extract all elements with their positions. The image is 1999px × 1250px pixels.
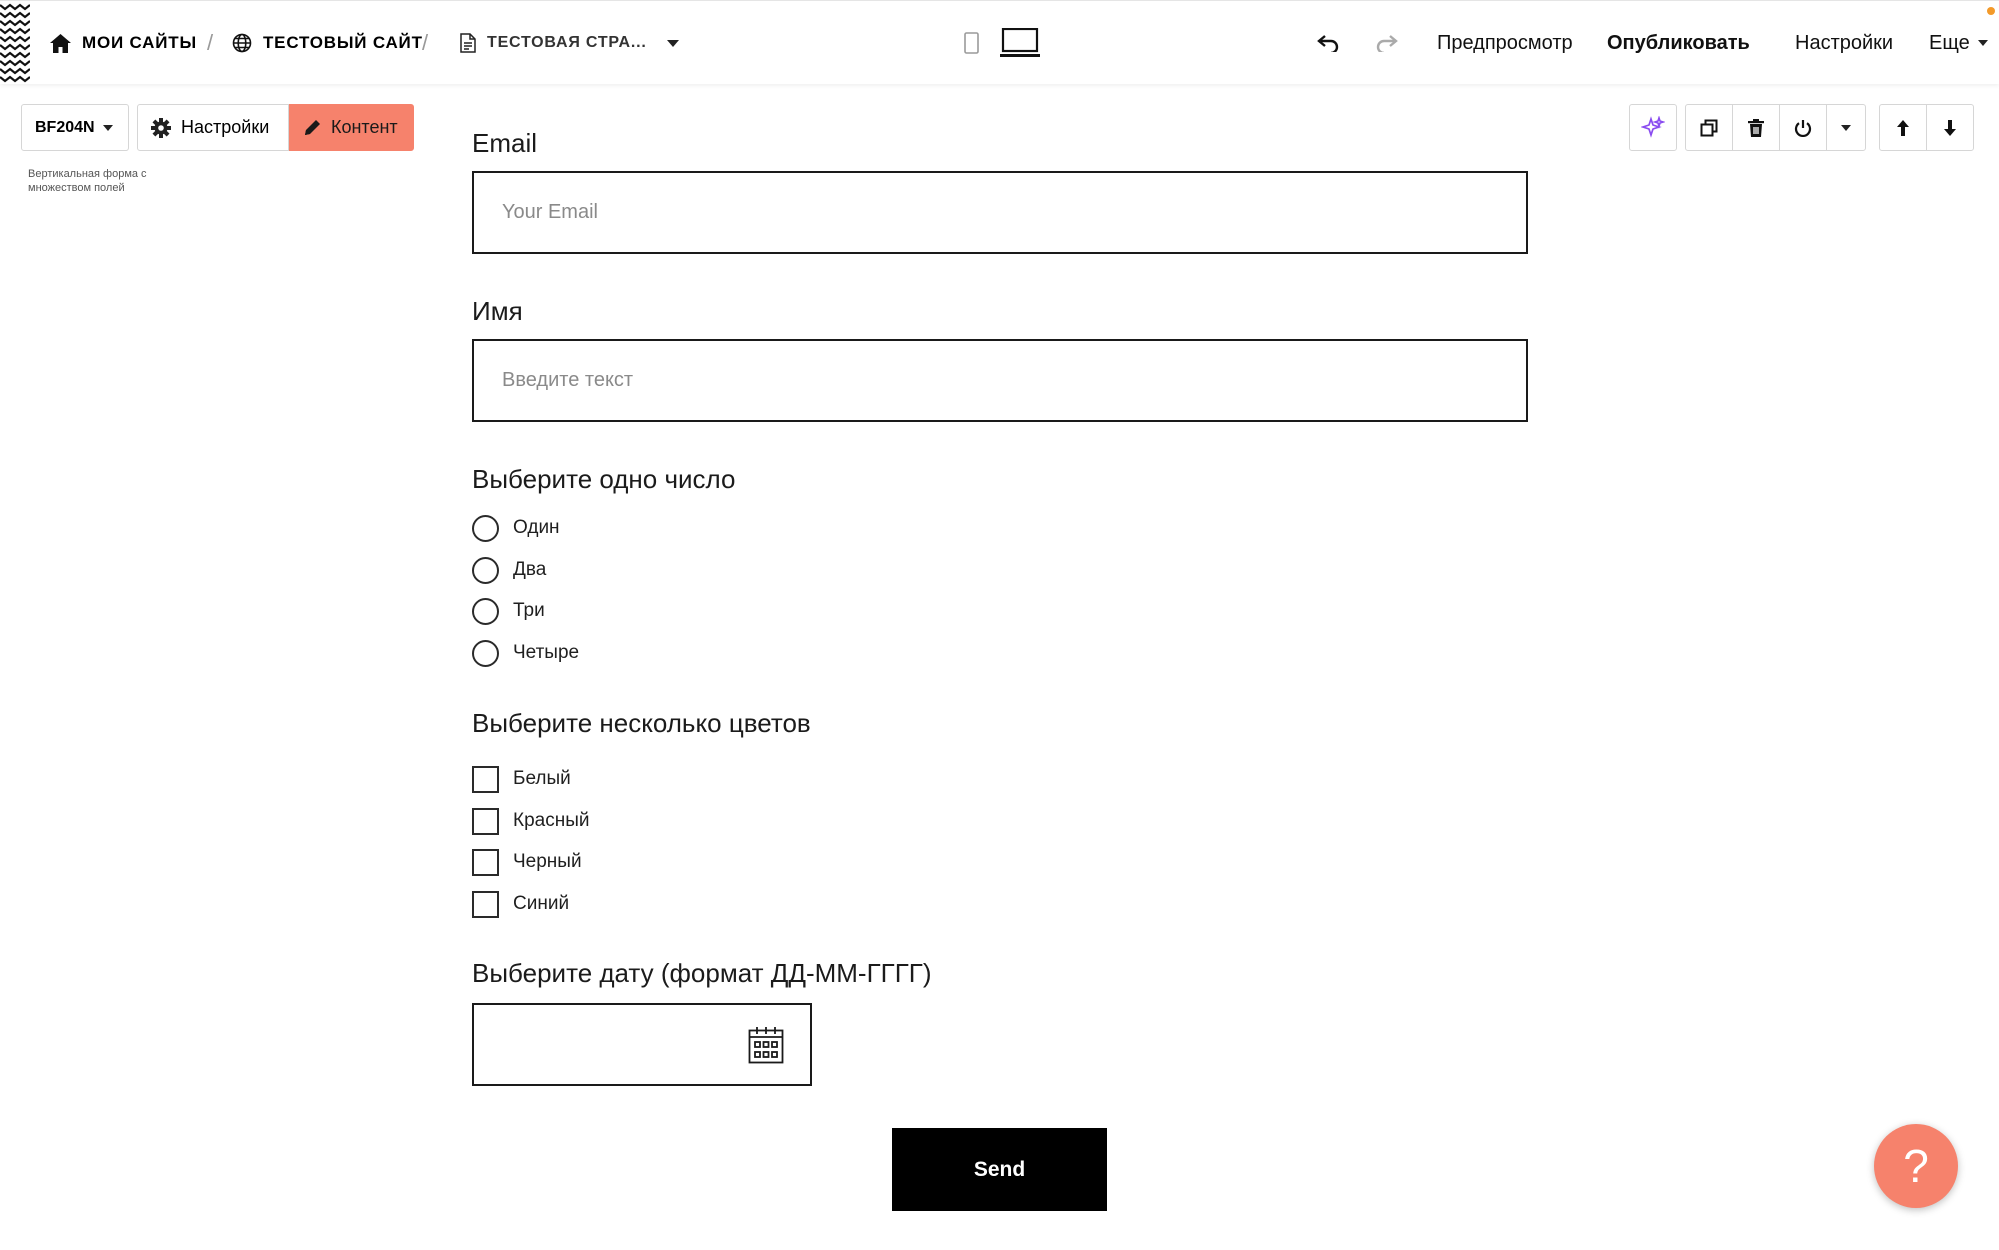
power-icon (1794, 119, 1812, 137)
preview-link[interactable]: Предпросмотр (1437, 1, 1573, 85)
more-label: Еще (1929, 31, 1970, 54)
ai-tools (1629, 104, 1677, 151)
radio-option[interactable]: Два (472, 555, 546, 585)
delete-button[interactable] (1732, 104, 1780, 151)
mobile-view-icon[interactable] (964, 1, 979, 85)
radio-option[interactable]: Четыре (472, 638, 579, 668)
email-field[interactable] (472, 171, 1528, 254)
radio-button[interactable] (472, 639, 499, 667)
block-actions (1685, 104, 1866, 151)
sparkle-icon (1641, 115, 1665, 138)
block-description: Вертикальная форма с множеством полей (28, 168, 147, 194)
block-content-button[interactable]: Контент (289, 104, 414, 151)
checkbox-option-label: Черный (513, 851, 582, 872)
gear-icon (151, 117, 171, 138)
move-down-button[interactable] (1926, 104, 1974, 151)
home-icon (50, 33, 71, 53)
top-bar: МОИ САЙТЫ / ТЕСТОВЫЙ САЙТ / ТЕСТОВАЯ СТР… (0, 0, 1999, 84)
caret-down-icon (1841, 124, 1851, 131)
checkbox[interactable] (472, 890, 499, 918)
checkbox-option-label: Белый (513, 768, 571, 789)
breadcrumb-label: МОИ САЙТЫ (82, 33, 197, 52)
checkbox-group-label: Выберите несколько цветов (472, 708, 811, 738)
radio-option[interactable]: Три (472, 596, 545, 626)
sparkle-button[interactable] (1629, 104, 1677, 151)
breadcrumb-separator: / (422, 30, 429, 55)
block-code: BF204N (35, 118, 95, 136)
move-actions (1879, 104, 1974, 151)
redo-icon[interactable] (1375, 1, 1399, 85)
radio-button[interactable] (472, 556, 499, 584)
logo-icon[interactable] (0, 1, 31, 85)
send-button[interactable]: Send (892, 1128, 1107, 1211)
checkbox[interactable] (472, 848, 499, 876)
duplicate-button[interactable] (1685, 104, 1733, 151)
arrow-up-icon (1897, 119, 1909, 136)
publish-button[interactable]: Опубликовать (1607, 1, 1750, 85)
undo-icon[interactable] (1316, 1, 1340, 85)
chevron-down-icon (102, 124, 113, 131)
radio-option-label: Три (513, 600, 545, 621)
breadcrumb-separator: / (207, 30, 214, 55)
arrow-down-icon (1944, 119, 1956, 136)
radio-option[interactable]: Один (472, 513, 560, 543)
radio-option-label: Два (513, 559, 547, 580)
checkbox-option[interactable]: Белый (472, 764, 571, 794)
block-toolbar: BF204N Настройки Контент (21, 104, 414, 151)
radio-group-label: Выберите одно число (472, 464, 736, 494)
page-icon (460, 33, 476, 53)
name-label: Имя (472, 296, 523, 326)
desktop-view-icon[interactable] (1000, 1, 1040, 85)
checkbox[interactable] (472, 807, 499, 835)
globe-icon (232, 33, 252, 53)
block-content-label: Контент (331, 117, 398, 137)
block-settings-label: Настройки (181, 117, 270, 137)
pencil-icon (305, 119, 320, 135)
email-label: Email (472, 128, 538, 158)
toggle-visibility-button[interactable] (1779, 104, 1827, 151)
checkbox-option-label: Синий (513, 893, 570, 914)
date-input[interactable] (472, 1003, 812, 1086)
radio-option-label: Один (513, 517, 560, 538)
calendar-icon[interactable] (748, 1026, 784, 1064)
duplicate-icon (1700, 119, 1718, 136)
checkbox-option[interactable]: Красный (472, 806, 589, 836)
more-caret-icon (1977, 40, 1988, 46)
page-dropdown-caret-icon[interactable] (666, 39, 679, 47)
trash-icon (1748, 118, 1764, 137)
breadcrumb-my-sites[interactable]: МОИ САЙТЫ (50, 1, 197, 85)
move-up-button[interactable] (1879, 104, 1927, 151)
settings-link[interactable]: Настройки (1795, 1, 1893, 85)
block-code-dropdown[interactable]: BF204N (21, 104, 129, 151)
name-field[interactable] (472, 339, 1528, 422)
breadcrumb-test-site[interactable]: ТЕСТОВЫЙ САЙТ (232, 1, 423, 85)
more-menu[interactable]: Еще (1929, 1, 1988, 85)
breadcrumb-test-page[interactable]: ТЕСТОВАЯ СТРА... (460, 1, 679, 85)
breadcrumb-label: ТЕСТОВАЯ СТРА... (487, 34, 647, 51)
checkbox-option[interactable]: Синий (472, 889, 569, 919)
radio-button[interactable] (472, 597, 499, 625)
breadcrumb-label: ТЕСТОВЫЙ САЙТ (263, 33, 423, 52)
notification-dot (1987, 7, 1995, 15)
more-actions-dropdown[interactable] (1826, 104, 1866, 151)
date-label: Выберите дату (формат ДД-ММ-ГГГГ) (472, 958, 932, 988)
checkbox-option-label: Красный (513, 810, 590, 831)
help-button[interactable]: ? (1874, 1124, 1958, 1208)
checkbox[interactable] (472, 765, 499, 793)
checkbox-option[interactable]: Черный (472, 847, 582, 877)
radio-button[interactable] (472, 514, 499, 542)
block-settings-button[interactable]: Настройки (137, 104, 289, 151)
radio-option-label: Четыре (513, 642, 580, 663)
